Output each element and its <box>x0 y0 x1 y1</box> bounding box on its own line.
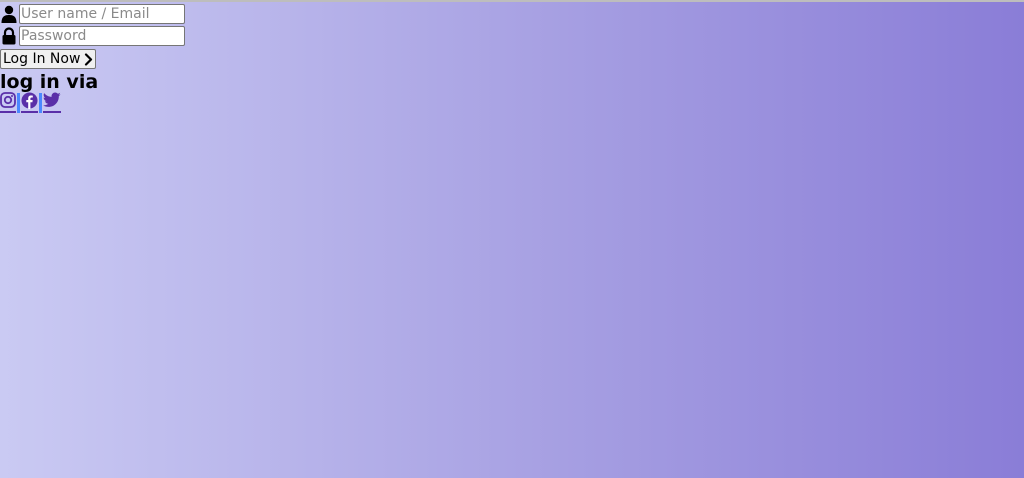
twitter-icon <box>43 92 61 112</box>
facebook-icon <box>21 92 38 113</box>
username-input[interactable] <box>19 4 185 24</box>
login-via-heading: log in via <box>0 71 99 93</box>
login-button[interactable]: Log In Now <box>0 49 97 69</box>
user-icon <box>0 4 18 24</box>
lock-icon <box>0 26 18 46</box>
password-row <box>0 25 185 47</box>
password-input[interactable] <box>19 26 185 46</box>
login-button-label: Log In Now <box>3 51 81 67</box>
instagram-link[interactable] <box>0 92 16 113</box>
chevron-right-icon <box>84 52 93 66</box>
username-row <box>0 3 185 25</box>
instagram-icon <box>0 92 16 112</box>
social-links <box>0 92 185 113</box>
facebook-link[interactable] <box>21 92 38 113</box>
separator <box>17 93 20 113</box>
twitter-link[interactable] <box>43 92 61 113</box>
separator <box>39 93 42 113</box>
top-border <box>0 0 1024 2</box>
login-form: Log In Now log in via <box>0 3 185 113</box>
